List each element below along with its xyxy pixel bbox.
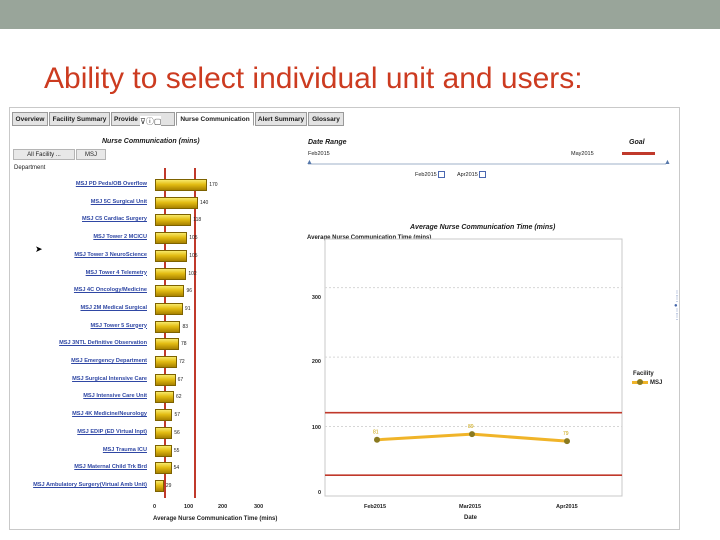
department-bar[interactable] bbox=[155, 232, 188, 245]
bar-value-label: 102 bbox=[188, 270, 197, 277]
scroll-handle[interactable]: ⋮ ⋮ ● ⋮ ⋮ bbox=[674, 291, 679, 321]
bar-value-label: 83 bbox=[182, 323, 189, 330]
department-bar[interactable] bbox=[155, 285, 185, 298]
bar-value-label: 62 bbox=[176, 394, 182, 401]
department-link[interactable]: MSJ Surgical Intensive Care bbox=[72, 376, 147, 382]
bar-value-label: 55 bbox=[173, 447, 180, 454]
data-point bbox=[469, 431, 475, 438]
department-bar[interactable] bbox=[155, 444, 172, 457]
department-link[interactable]: MSJ Trauma ICU bbox=[103, 447, 147, 453]
department-bar[interactable] bbox=[155, 338, 179, 351]
bar-value-label: 170 bbox=[209, 182, 218, 188]
dashboard-screenshot: Overview Facility Summary Provide Nurse … bbox=[9, 107, 680, 530]
facility-legend-title: Facility bbox=[633, 371, 654, 377]
department-link[interactable]: MSJ Ambulatory Surgery(Virtual Amb Unit) bbox=[33, 482, 147, 488]
department-bar[interactable] bbox=[155, 249, 188, 262]
bar-value-label: 67 bbox=[177, 376, 184, 383]
department-bar[interactable] bbox=[155, 179, 208, 191]
legend-label: MSJ bbox=[650, 380, 663, 386]
department-link[interactable]: MSJ 3NTL Definitive Observation bbox=[59, 340, 147, 346]
bar-value-label: 105 bbox=[189, 235, 198, 242]
department-link[interactable]: MSJ Tower 3 NeuroScience bbox=[74, 252, 147, 258]
data-point-label: 79 bbox=[563, 431, 569, 437]
department-bar[interactable] bbox=[155, 479, 164, 492]
department-bar[interactable] bbox=[155, 214, 192, 227]
department-link[interactable]: MSJ EDIP (ED Virtual Inpt) bbox=[77, 429, 147, 435]
legend-swatch bbox=[632, 378, 648, 385]
department-link[interactable]: MSJ Tower 2 MCICU bbox=[93, 234, 147, 240]
slide-title: Ability to select individual unit and us… bbox=[44, 62, 583, 95]
bar-value-label: 96 bbox=[186, 288, 193, 295]
bar-value-label: 78 bbox=[180, 341, 187, 348]
department-link[interactable]: MSJ Tower 5 Surgery bbox=[91, 323, 147, 329]
xtick-mar2015: Mar2015 bbox=[459, 504, 482, 510]
ytick-0: 0 bbox=[317, 490, 321, 496]
xtick-apr2015: Apr2015 bbox=[556, 504, 578, 510]
bar-value-label: 54 bbox=[173, 465, 180, 472]
bar-value-label: 91 bbox=[184, 305, 191, 312]
department-link[interactable]: MSJ Maternal Child Trk Brd bbox=[74, 464, 147, 470]
bar-value-label: 140 bbox=[199, 199, 209, 206]
data-point bbox=[564, 438, 570, 445]
department-bar[interactable] bbox=[155, 462, 172, 475]
bar-value-label: 57 bbox=[174, 412, 181, 419]
department-link[interactable]: MSJ 4K Medicine/Neurology bbox=[72, 411, 147, 417]
department-bar[interactable] bbox=[155, 267, 187, 280]
ytick-100: 100 bbox=[311, 425, 321, 431]
department-bar[interactable] bbox=[155, 302, 183, 315]
bar-value-label: 56 bbox=[174, 429, 180, 436]
department-bar[interactable] bbox=[155, 426, 173, 439]
ytick-200: 200 bbox=[311, 359, 321, 365]
right-x-axis-title: Date bbox=[464, 515, 478, 521]
department-bar[interactable] bbox=[155, 196, 198, 209]
department-bar[interactable] bbox=[155, 391, 175, 404]
department-bar[interactable] bbox=[155, 356, 178, 368]
bar-value-label: 105 bbox=[189, 252, 198, 259]
department-bar[interactable] bbox=[155, 373, 176, 386]
department-bar[interactable] bbox=[155, 320, 181, 333]
department-link[interactable]: MSJ Emergency Department bbox=[71, 358, 147, 364]
department-link[interactable]: MSJ Intensive Care Unit bbox=[83, 393, 147, 399]
bar-value-label: 29 bbox=[165, 482, 172, 489]
department-link[interactable]: MSJ PD Peds/OB Overflow bbox=[76, 181, 147, 187]
department-link[interactable]: MSJ 4C Oncology/Medicine bbox=[74, 287, 147, 293]
data-point-label: 89 bbox=[468, 424, 474, 430]
facility-legend-item[interactable]: MSJ bbox=[632, 378, 663, 386]
bar-value-label: 118 bbox=[193, 217, 202, 224]
xtick-feb2015: Feb2015 bbox=[364, 504, 387, 510]
ytick-300: 300 bbox=[311, 295, 321, 301]
department-link[interactable]: MSJ C5 Cardiac Surgery bbox=[82, 216, 147, 222]
department-link[interactable]: MSJ 2M Medical Surgical bbox=[80, 305, 147, 311]
data-point bbox=[374, 436, 380, 443]
data-point-label: 81 bbox=[373, 430, 379, 436]
department-link[interactable]: MSJ Tower 4 Telemetry bbox=[86, 270, 147, 276]
department-link[interactable]: MSJ 5C Surgical Unit bbox=[91, 199, 147, 205]
department-bar[interactable] bbox=[155, 409, 173, 422]
top-band bbox=[0, 0, 720, 29]
plot-area bbox=[324, 238, 623, 497]
bar-value-label: 72 bbox=[179, 359, 185, 365]
